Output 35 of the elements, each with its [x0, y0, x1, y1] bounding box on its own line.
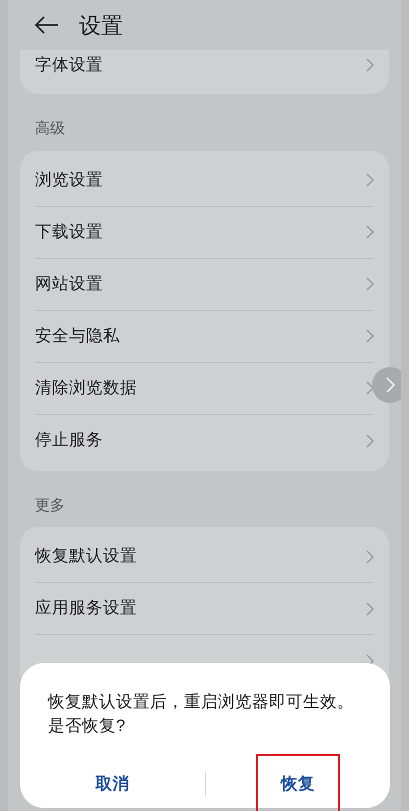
settings-row[interactable]: 下载设置	[35, 206, 374, 258]
row-label: 下载设置	[35, 222, 103, 243]
chevron-icon	[366, 602, 374, 616]
dialog-button[interactable]: 恢复	[256, 754, 340, 811]
settings-row[interactable]: 安全与隐私	[35, 310, 374, 362]
settings-row[interactable]: 清除浏览数据	[35, 362, 374, 414]
settings-row[interactable]: 网站设置	[35, 258, 374, 310]
row-label: 停止服务	[35, 430, 103, 452]
chevron-icon	[366, 329, 374, 343]
back-icon[interactable]	[35, 16, 59, 34]
chevron-icon	[366, 550, 374, 564]
settings-row[interactable]: 停止服务	[35, 414, 374, 466]
chevron-icon	[366, 277, 374, 291]
settings-row[interactable]: 应用服务设置	[35, 583, 374, 635]
row-label: 浏览设置	[35, 170, 103, 191]
section-header: 高级	[35, 120, 65, 137]
settings-row[interactable]: 浏览设置	[35, 154, 374, 206]
settings-row[interactable]: 恢复默认设置	[35, 531, 374, 583]
row-label: 字体设置	[35, 54, 103, 76]
section-header: 更多	[35, 496, 65, 514]
row-label: 应用服务设置	[35, 598, 137, 620]
dialog-message: 恢复默认设置后，重启浏览器即可生效。是否恢复?	[48, 692, 355, 737]
row-label: 清除浏览数据	[35, 378, 137, 399]
settings-row[interactable]: 字体设置	[35, 50, 374, 80]
chevron-icon	[366, 173, 374, 187]
row-label: 安全与隐私	[35, 326, 120, 347]
dialog-button[interactable]: 取消	[70, 754, 154, 811]
chevron-icon	[366, 434, 374, 448]
chevron-icon	[385, 377, 395, 393]
chevron-icon	[366, 225, 374, 239]
row-label: 网站设置	[35, 274, 103, 295]
page-title: 设置	[79, 12, 123, 40]
chevron-icon	[366, 381, 374, 395]
chevron-icon	[366, 58, 374, 72]
row-label: 恢复默认设置	[35, 546, 137, 568]
